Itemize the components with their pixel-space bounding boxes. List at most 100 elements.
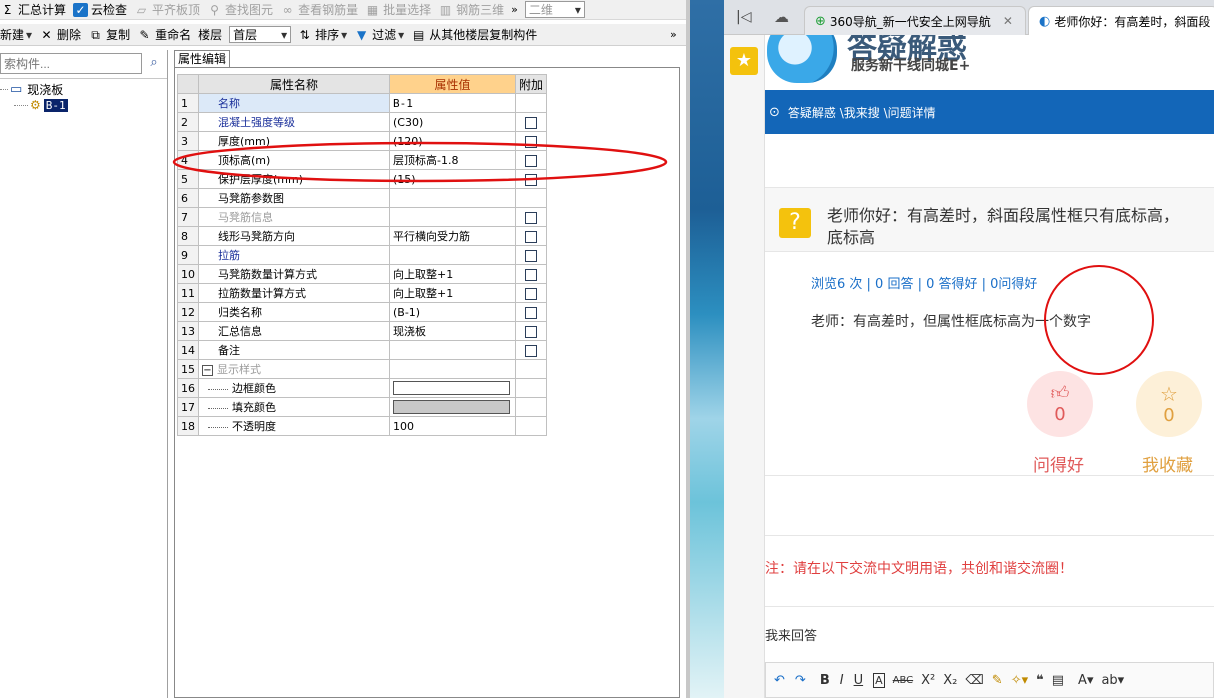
table-row[interactable]: 10 马凳筋数量计算方式 向上取整+1 xyxy=(177,264,548,284)
search-icon[interactable]: ⌕ xyxy=(145,55,163,73)
new-button[interactable]: 新建 ▾ xyxy=(0,26,32,43)
property-value-cell[interactable]: (B-1) xyxy=(389,302,516,322)
property-name-cell[interactable]: 备注 xyxy=(198,340,390,360)
undo-icon[interactable]: ↶ xyxy=(774,673,785,688)
collapse-icon[interactable]: − xyxy=(202,364,213,376)
property-value-cell[interactable]: 平行横向受力筋 xyxy=(389,226,516,246)
question-stats[interactable]: 浏览6 次 | 0 回答 | 0 答得好 | 0问得好 xyxy=(811,273,1037,292)
rebar-3d-button[interactable]: ▥ 钢筋三维 xyxy=(438,1,504,18)
table-row[interactable]: 6 马凳筋参数图 xyxy=(177,188,548,208)
table-row[interactable]: 8 线形马凳筋方向 平行横向受力筋 xyxy=(177,226,548,246)
table-row[interactable]: 2 混凝土强度等级 (C30) xyxy=(177,112,548,132)
property-value-cell[interactable] xyxy=(389,188,516,208)
magic-icon[interactable]: ✧▾ xyxy=(1011,673,1028,688)
table-row[interactable]: 7 马凳筋信息 xyxy=(177,207,548,227)
property-value-cell[interactable]: 现浇板 xyxy=(389,321,516,341)
table-row[interactable]: 17 填充颜色 xyxy=(177,397,548,417)
strikethrough-icon[interactable]: ABC xyxy=(893,675,914,686)
property-name-cell[interactable]: 归类名称 xyxy=(198,302,390,322)
component-search-input[interactable] xyxy=(0,53,142,74)
property-value-cell[interactable] xyxy=(389,359,516,379)
summary-calc-button[interactable]: Σ 汇总计算 xyxy=(0,1,66,18)
property-value-cell[interactable] xyxy=(389,378,516,398)
border-color-swatch[interactable] xyxy=(393,381,510,395)
superscript-icon[interactable]: X² xyxy=(921,673,935,688)
table-row[interactable]: 12 归类名称 (B-1) xyxy=(177,302,548,322)
extra-checkbox[interactable] xyxy=(525,268,537,281)
bold-icon[interactable]: B xyxy=(820,673,830,688)
table-row[interactable]: 16 边框颜色 xyxy=(177,378,548,398)
property-value-cell[interactable] xyxy=(389,340,516,360)
table-row[interactable]: 1 名称 B-1 xyxy=(177,93,548,113)
italic-icon[interactable]: I xyxy=(840,673,844,688)
copy-from-floor-button[interactable]: ▤ 从其他楼层复制构件 xyxy=(411,26,537,43)
tab-question[interactable]: ◐ 老师你好：有高差时，斜面段 xyxy=(1028,6,1214,35)
view-rebar-button[interactable]: ∞ 查看钢筋量 xyxy=(280,1,359,18)
property-name-cell[interactable]: 马凳筋参数图 xyxy=(198,188,390,208)
extra-checkbox[interactable] xyxy=(525,344,537,357)
tree-node-slab[interactable]: ▭ 现浇板 xyxy=(0,81,63,98)
quote-icon[interactable]: ❝ xyxy=(1036,673,1044,688)
favorites-star-icon[interactable]: ★ xyxy=(730,47,758,75)
extra-checkbox[interactable] xyxy=(525,325,537,338)
property-name-cell[interactable]: 拉筋 xyxy=(198,245,390,265)
delete-button[interactable]: ✕ 删除 xyxy=(39,26,82,43)
cloud-check-button[interactable]: ✓ 云检查 xyxy=(73,1,127,18)
property-name-cell[interactable]: 混凝土强度等级 xyxy=(198,112,390,132)
view-mode-select[interactable]: 二维 ▾ xyxy=(524,1,585,18)
toolbar-overflow-icon[interactable]: » xyxy=(511,3,518,16)
tab-360-nav[interactable]: ⊕ 360导航_新一代安全上网导航 ✕ xyxy=(804,6,1026,35)
property-name-cell[interactable]: 线形马凳筋方向 xyxy=(198,226,390,246)
tab-property-edit[interactable]: 属性编辑 xyxy=(174,50,230,68)
extra-checkbox[interactable] xyxy=(525,306,537,319)
good-question-button[interactable]: 👍︎ 0 xyxy=(1027,371,1093,437)
underline-icon[interactable]: U xyxy=(854,673,864,688)
highlight-icon[interactable]: ab▾ xyxy=(1101,673,1124,688)
extra-checkbox[interactable] xyxy=(525,116,537,129)
extra-checkbox[interactable] xyxy=(525,230,537,243)
cloud-icon[interactable]: ☁ xyxy=(774,8,789,26)
paste-icon[interactable]: ▤ xyxy=(1052,673,1064,688)
redo-icon[interactable]: ↷ xyxy=(795,673,806,688)
property-name-cell[interactable]: 名称 xyxy=(198,93,390,113)
property-value-cell[interactable] xyxy=(389,245,516,265)
find-element-button[interactable]: ⚲ 查找图元 xyxy=(207,1,273,18)
favorite-button[interactable]: ☆ 0 xyxy=(1136,371,1202,437)
property-name-cell[interactable]: 马凳筋信息 xyxy=(198,207,390,227)
table-row[interactable]: 9 拉筋 xyxy=(177,245,548,265)
extra-checkbox[interactable] xyxy=(525,287,537,300)
sort-button[interactable]: ⇅ 排序 ▾ xyxy=(297,26,348,43)
tree-node-b1[interactable]: ⚙ B-1 xyxy=(14,98,68,112)
table-row[interactable]: 13 汇总信息 现浇板 xyxy=(177,321,548,341)
fill-color-swatch[interactable] xyxy=(393,400,510,414)
property-name-cell[interactable]: 拉筋数量计算方式 xyxy=(198,283,390,303)
property-value-cell[interactable] xyxy=(389,207,516,227)
property-value-cell[interactable]: (C30) xyxy=(389,112,516,132)
property-name-cell[interactable]: 填充颜色 xyxy=(198,397,390,417)
property-name-cell[interactable]: 边框颜色 xyxy=(198,378,390,398)
property-name-cell[interactable]: 汇总信息 xyxy=(198,321,390,341)
property-name-cell[interactable]: − 显示样式 xyxy=(198,359,390,379)
rename-button[interactable]: ✎ 重命名 xyxy=(137,26,192,43)
table-row[interactable]: 15− 显示样式 xyxy=(177,359,548,379)
format-brush-icon[interactable]: ✎ xyxy=(992,673,1003,688)
property-value-cell[interactable]: B-1 xyxy=(389,93,516,113)
copy-button[interactable]: ⧉ 复制 xyxy=(88,26,130,43)
align-top-button[interactable]: ▱ 平齐板顶 xyxy=(134,1,200,18)
table-row[interactable]: 14 备注 xyxy=(177,340,548,360)
property-value-cell[interactable] xyxy=(389,397,516,417)
eraser-icon[interactable]: ⌫ xyxy=(965,673,983,688)
table-row[interactable]: 18 不透明度 100 xyxy=(177,416,548,436)
extra-checkbox[interactable] xyxy=(525,249,537,262)
font-border-icon[interactable]: A xyxy=(873,672,885,688)
property-name-cell[interactable]: 马凳筋数量计算方式 xyxy=(198,264,390,284)
subscript-icon[interactable]: X₂ xyxy=(943,673,957,688)
floor-select[interactable]: 首层 ▾ xyxy=(229,26,292,43)
collapse-sidebar-icon[interactable]: |◁ xyxy=(736,9,751,25)
toolbar2-overflow-icon[interactable]: » xyxy=(670,28,677,41)
property-value-cell[interactable]: 向上取整+1 xyxy=(389,264,516,284)
table-row[interactable]: 11 拉筋数量计算方式 向上取整+1 xyxy=(177,283,548,303)
extra-checkbox[interactable] xyxy=(525,211,537,224)
filter-button[interactable]: ▼ 过滤 ▾ xyxy=(354,26,404,43)
close-icon[interactable]: ✕ xyxy=(1003,14,1013,28)
